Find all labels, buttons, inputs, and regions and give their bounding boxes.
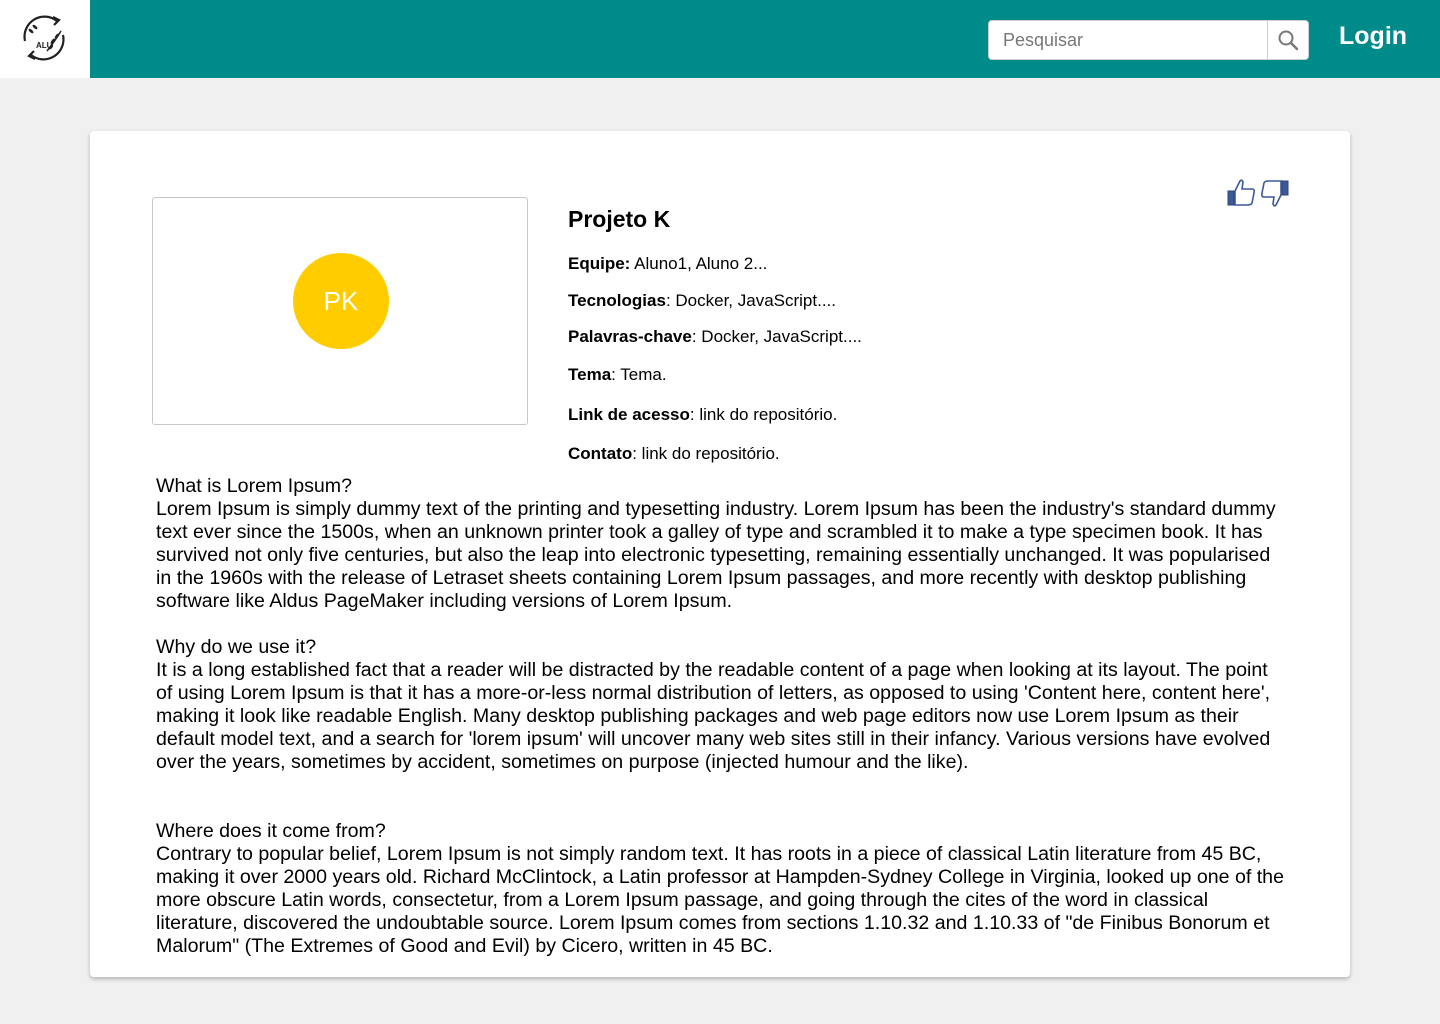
section-body: It is a long established fact that a rea… xyxy=(156,659,1271,773)
project-title: Projeto K xyxy=(568,206,671,232)
top-navbar: ALU Login xyxy=(0,0,1440,78)
search-input[interactable] xyxy=(989,21,1267,59)
field-contato: Contato: link do repositório. xyxy=(568,444,780,464)
thumbs-up-icon[interactable] xyxy=(1226,177,1258,209)
project-avatar: PK xyxy=(293,253,389,349)
field-link-de-acesso: Link de acesso: link do repositório. xyxy=(568,405,837,425)
search-button[interactable] xyxy=(1267,21,1308,59)
search-bar xyxy=(988,20,1309,60)
section-body: Contrary to popular belief, Lorem Ipsum … xyxy=(156,843,1284,957)
field-label: Palavras-chave xyxy=(568,327,692,346)
alu-logo-icon: ALU xyxy=(23,15,65,61)
field-label: Contato xyxy=(568,444,633,463)
field-value: Docker, JavaScript.... xyxy=(696,327,862,346)
field-tecnologias: Tecnologias: Docker, JavaScript.... xyxy=(568,291,836,311)
field-label: Equipe: xyxy=(568,254,631,273)
login-button[interactable]: Login xyxy=(1339,22,1407,51)
avatar-initials: PK xyxy=(323,285,359,316)
field-value: Aluno1, Aluno 2... xyxy=(630,254,768,273)
search-icon xyxy=(1278,30,1299,51)
field-value: Docker, JavaScript.... xyxy=(670,291,837,310)
project-card: PK Projeto K Equipe: Aluno1, Aluno 2... … xyxy=(90,131,1350,977)
section-heading: Where does it come from? xyxy=(156,820,386,842)
logo-text: ALU xyxy=(36,41,53,50)
field-palavras-chave: Palavras-chave: Docker, JavaScript.... xyxy=(568,327,862,347)
field-label: Link de acesso xyxy=(568,405,690,424)
field-label: Tema xyxy=(568,365,612,384)
section-body: Lorem Ipsum is simply dummy text of the … xyxy=(156,498,1276,612)
project-description: What is Lorem Ipsum? Lorem Ipsum is simp… xyxy=(156,475,1286,958)
field-equipe: Equipe: Aluno1, Aluno 2... xyxy=(568,254,767,274)
field-label: Tecnologias xyxy=(568,291,666,310)
field-value[interactable]: link do repositório. xyxy=(695,405,837,424)
field-tema: Tema: Tema. xyxy=(568,365,667,385)
field-value[interactable]: link do repositório. xyxy=(637,444,780,463)
project-image-box: PK xyxy=(152,197,528,425)
thumbs-down-icon[interactable] xyxy=(1258,177,1290,209)
field-value: Tema. xyxy=(615,365,667,384)
logo[interactable]: ALU xyxy=(0,0,90,78)
section-heading: Why do we use it? xyxy=(156,636,317,658)
section-heading: What is Lorem Ipsum? xyxy=(156,475,353,497)
